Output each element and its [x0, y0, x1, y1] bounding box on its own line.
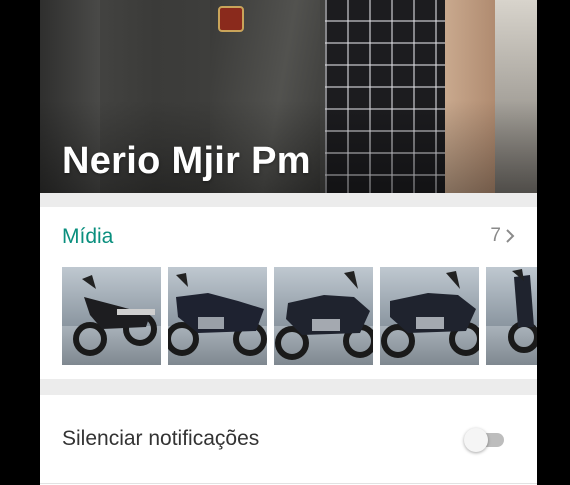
mute-notifications-label: Silenciar notificações: [62, 427, 260, 450]
toggle-knob: [464, 428, 488, 452]
contact-info-screen: Nerio Mjir Pm Mídia 7 Silenciar notifica…: [40, 0, 537, 485]
lapel-pin-icon: [218, 6, 244, 32]
motorcycle-photo-icon: [73, 275, 157, 356]
media-count: 7: [490, 225, 501, 246]
media-title[interactable]: Mídia: [62, 225, 113, 249]
media-thumbnail[interactable]: [168, 267, 267, 365]
media-count-link[interactable]: 7: [490, 225, 515, 247]
media-thumbnail[interactable]: [380, 267, 479, 365]
motorcycle-photo-icon: [275, 271, 373, 360]
divider: [40, 483, 537, 484]
media-thumbnail[interactable]: [62, 267, 161, 365]
mute-notifications-toggle[interactable]: [464, 428, 504, 452]
profile-photo[interactable]: Nerio Mjir Pm: [40, 0, 537, 193]
motorcycle-photo-icon: [381, 271, 479, 358]
media-section: Mídia 7: [40, 207, 537, 379]
motorcycle-photo-icon: [508, 269, 537, 353]
contact-name: Nerio Mjir Pm: [62, 140, 311, 182]
chevron-right-icon: [506, 229, 515, 243]
mute-notifications-row[interactable]: Silenciar notificações: [40, 395, 537, 485]
media-thumbnail[interactable]: [486, 267, 537, 365]
motorcycle-photo-icon: [168, 273, 267, 356]
media-thumbnails: [62, 267, 537, 365]
media-thumbnail[interactable]: [274, 267, 373, 365]
